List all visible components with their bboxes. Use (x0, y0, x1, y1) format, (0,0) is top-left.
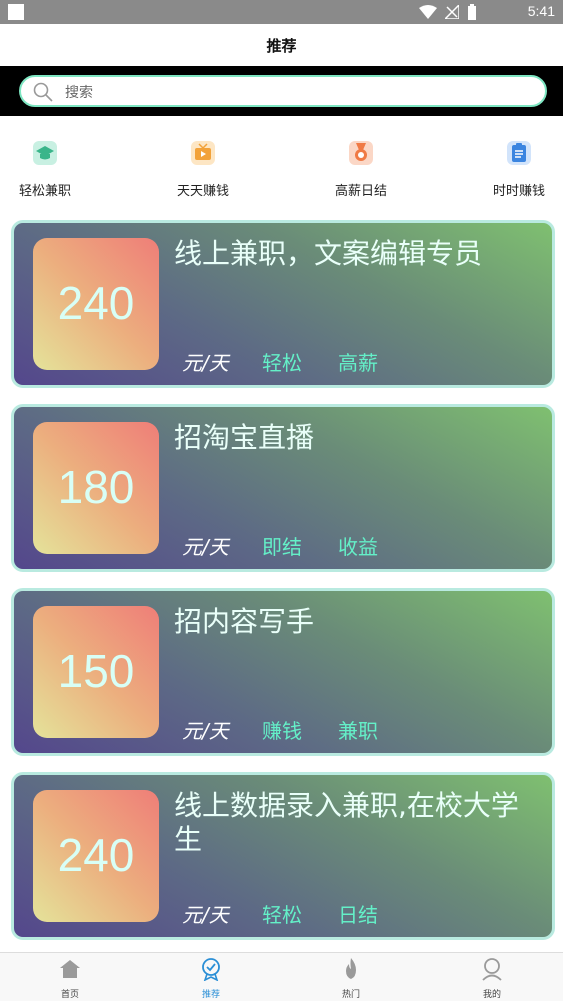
no-signal-icon (445, 5, 459, 19)
tab-label: 推荐 (201, 990, 220, 1000)
pay-amount: 150 (57, 645, 135, 697)
status-icons (419, 4, 477, 20)
user-icon (482, 958, 502, 981)
battery-icon (468, 4, 476, 20)
job-tag: 日结 (338, 903, 378, 927)
category-easy-parttime[interactable]: 轻松兼职 (0, 140, 95, 199)
tab-label: 我的 (482, 990, 501, 1000)
pay-badge: 180 (33, 422, 159, 554)
category-label: 天天赚钱 (176, 184, 229, 199)
category-high-pay[interactable]: 高薪日结 (311, 140, 411, 199)
graduation-cap-icon (33, 141, 57, 165)
job-tag: 赚钱 (262, 719, 302, 743)
job-title: 线上兼职，文案编辑专员 (174, 237, 483, 270)
status-time: 5:41 (527, 3, 555, 19)
job-title: 线上数据录入兼职,在校大学生 (174, 789, 519, 856)
category-label: 轻松兼职 (18, 184, 71, 199)
pay-badge: 240 (33, 790, 159, 922)
job-title: 招淘宝直播 (174, 421, 315, 454)
job-card[interactable]: 240 线上兼职，文案编辑专员 元/天 轻松 高薪 (11, 220, 555, 388)
medal-icon (349, 141, 373, 165)
job-tag: 轻松 (262, 903, 302, 927)
tv-icon (191, 141, 215, 165)
job-tag: 兼职 (338, 719, 378, 743)
category-label: 时时赚钱 (492, 184, 545, 199)
home-icon (60, 960, 80, 978)
category-row: 轻松兼职 天天赚钱 高薪日结 时时赚钱 (0, 140, 563, 200)
pay-unit: 元/天 (182, 535, 229, 559)
pay-unit: 元/天 (182, 903, 229, 927)
job-card[interactable]: 150 招内容写手 元/天 赚钱 兼职 (11, 588, 555, 756)
pay-amount: 240 (57, 829, 135, 881)
wifi-icon (419, 5, 437, 19)
tab-hot[interactable]: 热门 (311, 957, 391, 1000)
job-tag: 高薪 (338, 351, 378, 375)
category-anytime-earn[interactable]: 时时赚钱 (469, 140, 563, 199)
search-icon (33, 82, 53, 102)
tab-label: 首页 (60, 990, 79, 1000)
job-tag: 收益 (338, 535, 378, 559)
pay-amount: 240 (57, 277, 135, 329)
search-input[interactable]: 搜索 (19, 75, 547, 107)
notification-icon (8, 4, 24, 20)
status-bar: 5:41 (0, 0, 563, 24)
category-daily-earn[interactable]: 天天赚钱 (153, 140, 253, 199)
tab-recommend[interactable]: 推荐 (171, 957, 251, 1000)
job-tag: 轻松 (262, 351, 302, 375)
clipboard-icon (507, 141, 531, 165)
search-bar: 搜索 (0, 66, 563, 116)
tab-home[interactable]: 首页 (30, 957, 110, 1000)
page-title: 推荐 (266, 37, 297, 55)
category-label: 高薪日结 (334, 184, 387, 199)
recommend-icon (202, 958, 220, 982)
tab-mine[interactable]: 我的 (452, 957, 532, 1000)
pay-badge: 150 (33, 606, 159, 738)
title-bar: 推荐 (0, 24, 563, 66)
pay-badge: 240 (33, 238, 159, 370)
pay-unit: 元/天 (182, 351, 229, 375)
search-placeholder: 搜索 (65, 85, 93, 101)
pay-unit: 元/天 (182, 719, 229, 743)
job-title: 招内容写手 (174, 605, 315, 638)
job-card[interactable]: 240 线上数据录入兼职,在校大学生 元/天 轻松 日结 (11, 772, 555, 940)
pay-amount: 180 (57, 461, 135, 513)
job-tag: 即结 (262, 535, 302, 559)
tab-label: 热门 (341, 990, 360, 1000)
job-card[interactable]: 180 招淘宝直播 元/天 即结 收益 (11, 404, 555, 572)
bottom-tab-bar: 首页 推荐 热门 我的 (0, 952, 563, 1001)
fire-icon (346, 958, 356, 979)
